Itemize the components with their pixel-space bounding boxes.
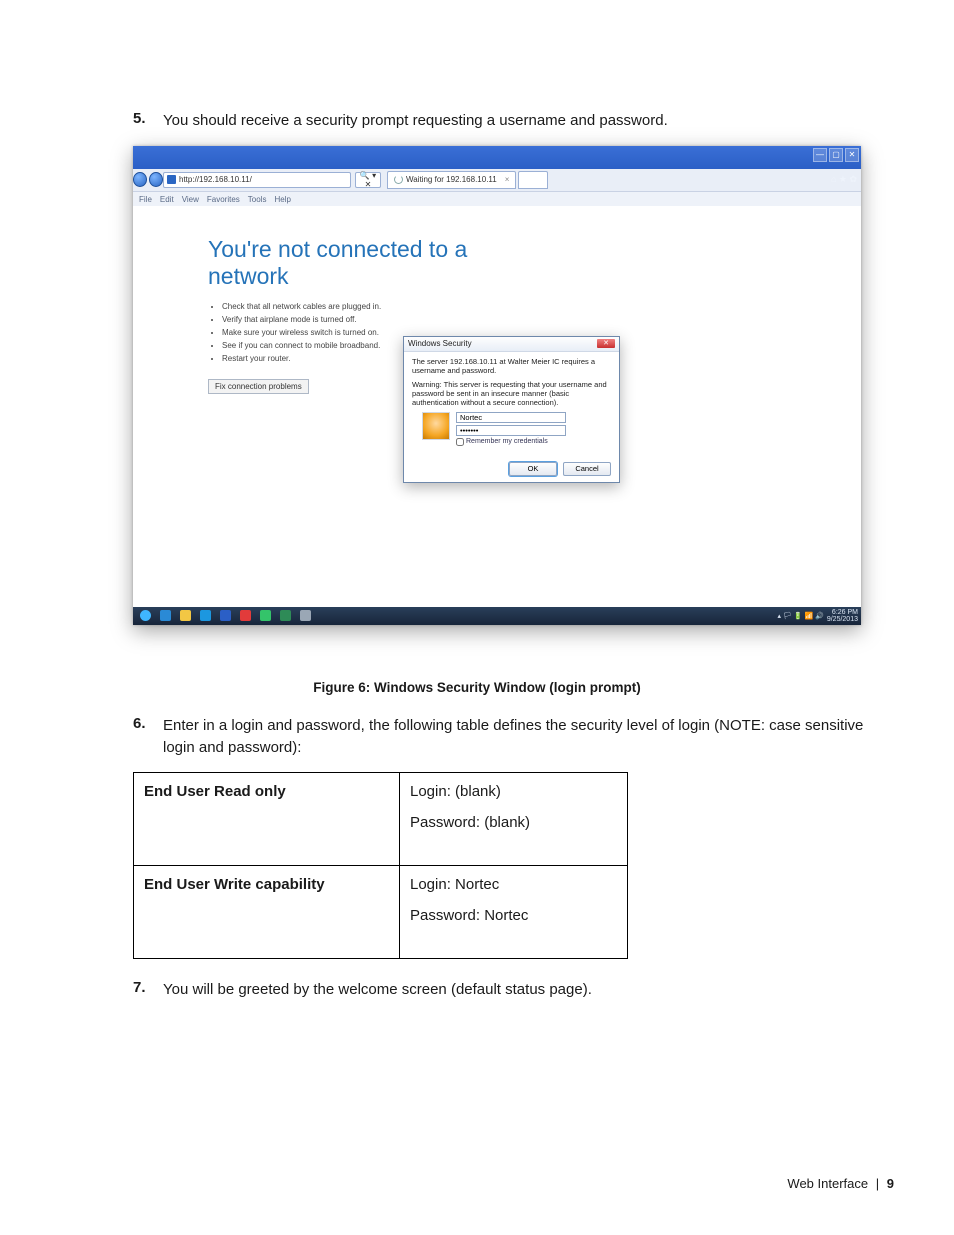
address-bar[interactable]: http://192.168.10.11/ [163,172,351,188]
write-login: Login: Nortec [410,876,617,893]
clock-date: 9/25/2013 [827,616,858,623]
windows-security-dialog: Windows Security ✕ The server 192.168.10… [403,336,620,483]
close-window-button[interactable]: ✕ [845,148,859,162]
taskbar-app-5[interactable] [216,609,234,623]
address-bar-url: http://192.168.10.11/ [179,175,252,184]
figure-caption: Figure 6: Windows Security Window (login… [60,680,894,695]
menu-help[interactable]: Help [274,195,290,204]
remember-checkbox-input[interactable] [456,438,464,446]
footer-section: Web Interface [787,1176,868,1191]
taskbar-icon-1 [140,610,151,621]
step-6-number: 6. [133,715,163,759]
taskbar-icon-4 [200,610,211,621]
readonly-password: Password: (blank) [410,814,617,831]
step-6-text: Enter in a login and password, the follo… [163,715,894,759]
taskbar-icon-6 [240,610,251,621]
password-input[interactable] [456,425,566,436]
dialog-line-2: Warning: This server is requesting that … [412,380,611,407]
user-avatar-icon [422,412,450,440]
ie-toolbar-icons[interactable]: ⌂ ★ ✿ [831,174,857,185]
footer-page-number: 9 [887,1176,894,1191]
network-error-heading: You're not connected to a network [208,236,488,290]
site-favicon-icon [167,175,176,184]
dialog-close-button[interactable]: ✕ [597,339,615,348]
tip-2: Verify that airplane mode is turned off. [222,315,488,324]
taskbar-icon-9 [300,610,311,621]
search-stop-refresh[interactable]: 🔍 ▾ ✕ [355,172,381,188]
cell-write-creds: Login: Nortec Password: Nortec [400,866,628,959]
taskbar-clock[interactable]: 6:26 PM 9/25/2013 [827,609,858,623]
menu-tools[interactable]: Tools [248,195,267,204]
step-7: 7. You will be greeted by the welcome sc… [133,979,894,1001]
table-row: End User Read only Login: (blank) Passwo… [134,773,628,866]
write-password: Password: Nortec [410,907,617,924]
remember-label: Remember my credentials [466,438,548,445]
figure-6-screenshot: — ▢ ✕ http://192.168.10.11/ 🔍 ▾ ✕ [133,146,894,625]
login-levels-table: End User Read only Login: (blank) Passwo… [133,772,628,959]
menu-favorites[interactable]: Favorites [207,195,240,204]
forward-button[interactable] [149,172,163,187]
footer-separator: | [876,1176,879,1191]
taskbar-icon-5 [220,610,231,621]
browser-tab[interactable]: Waiting for 192.168.10.11 × [387,171,516,189]
minimize-button[interactable]: — [813,148,827,162]
ok-button[interactable]: OK [509,462,557,476]
nav-arrows [133,169,163,191]
username-input[interactable] [456,412,566,423]
menu-file[interactable]: File [139,195,152,204]
cancel-button[interactable]: Cancel [563,462,611,476]
readonly-login: Login: (blank) [410,783,617,800]
taskbar-icon-7 [260,610,271,621]
tab-label: Waiting for 192.168.10.11 [406,175,497,184]
step-7-number: 7. [133,979,163,1001]
tray-icons[interactable]: ▴ 🏳 🔋 📶 🔊 [778,612,824,620]
taskbar-app-3[interactable] [176,609,194,623]
step-7-text: You will be greeted by the welcome scree… [163,979,592,1001]
taskbar-icon-2 [160,610,171,621]
clock-time: 6:26 PM [827,609,858,616]
taskbar-app-4[interactable] [196,609,214,623]
page-footer: Web Interface | 9 [787,1176,894,1191]
cell-readonly-creds: Login: (blank) Password: (blank) [400,773,628,866]
step-5-number: 5. [133,110,163,132]
tip-1: Check that all network cables are plugge… [222,302,488,311]
fix-connection-button[interactable]: Fix connection problems [208,379,309,394]
maximize-button[interactable]: ▢ [829,148,843,162]
taskbar-icon-8 [280,610,291,621]
step-6: 6. Enter in a login and password, the fo… [133,715,894,759]
cell-write-label: End User Write capability [134,866,400,959]
tab-close-icon[interactable]: × [505,175,510,184]
dialog-titlebar: Windows Security ✕ [404,337,619,352]
ie-window-titlebar: — ▢ ✕ [133,146,861,169]
dialog-title: Windows Security [408,339,472,348]
taskbar-app-6[interactable] [236,609,254,623]
menu-edit[interactable]: Edit [160,195,174,204]
remember-credentials-checkbox[interactable]: Remember my credentials [456,438,611,446]
search-icon: 🔍 ▾ ✕ [359,171,377,189]
taskbar-app-9[interactable] [296,609,314,623]
new-tab-button[interactable] [518,171,548,189]
menu-view[interactable]: View [182,195,199,204]
credentials-block: Remember my credentials [422,412,611,446]
taskbar-tray: ▴ 🏳 🔋 📶 🔊 6:26 PM 9/25/2013 [778,609,858,623]
dialog-line-1: The server 192.168.10.11 at Walter Meier… [412,357,611,375]
step-5: 5. You should receive a security prompt … [133,110,894,132]
ie-page-body: You're not connected to a network Check … [133,206,861,607]
taskbar-app-7[interactable] [256,609,274,623]
taskbar-app-1[interactable] [136,609,154,623]
cell-readonly-label: End User Read only [134,773,400,866]
taskbar-icon-3 [180,610,191,621]
taskbar-app-8[interactable] [276,609,294,623]
step-5-text: You should receive a security prompt req… [163,110,668,132]
tab-spinner-icon [394,175,403,184]
ie-nav-row: http://192.168.10.11/ 🔍 ▾ ✕ Waiting for … [133,169,861,192]
table-row: End User Write capability Login: Nortec … [134,866,628,959]
back-button[interactable] [133,172,147,187]
taskbar-app-2[interactable] [156,609,174,623]
windows-taskbar: ▴ 🏳 🔋 📶 🔊 6:26 PM 9/25/2013 [133,607,861,625]
